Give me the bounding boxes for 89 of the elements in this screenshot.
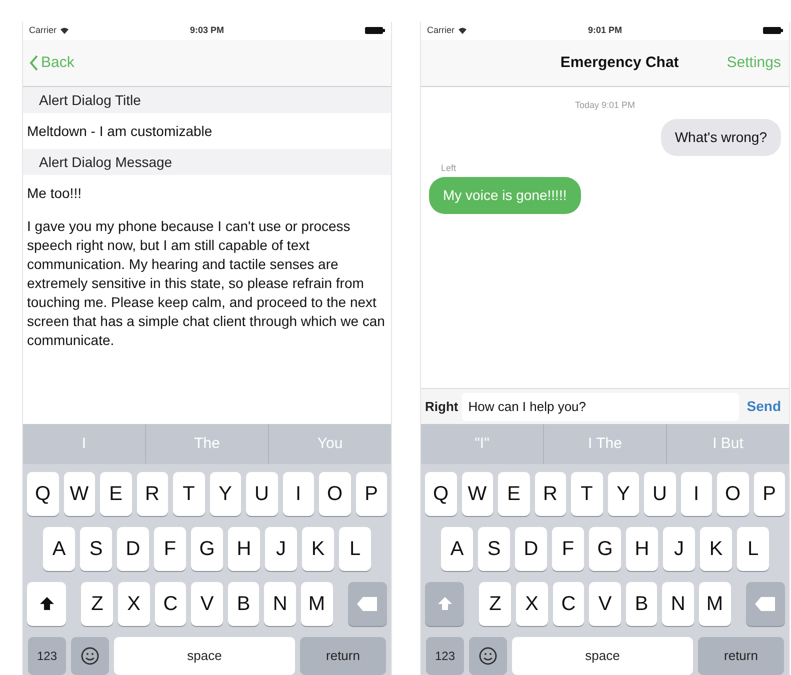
letter-key[interactable]: S (478, 526, 510, 571)
sender-label: Right (425, 398, 458, 416)
letter-key[interactable]: R (136, 472, 168, 516)
shift-arrow-icon (40, 597, 54, 611)
space-key[interactable]: space (512, 636, 693, 675)
letter-key[interactable]: R (534, 472, 566, 516)
letter-key[interactable]: L (339, 527, 371, 571)
shift-key[interactable] (27, 582, 66, 626)
emoji-key[interactable] (71, 637, 109, 675)
letter-key[interactable]: N (662, 582, 694, 626)
letter-key[interactable]: F (154, 527, 186, 571)
letter-key[interactable]: V (589, 582, 621, 626)
incoming-message-bubble: My voice is gone!!!!! (429, 177, 581, 214)
letter-key[interactable]: G (589, 526, 621, 571)
backspace-icon (755, 596, 776, 611)
send-button[interactable]: Send (742, 396, 785, 418)
return-key[interactable]: return (698, 636, 784, 675)
sender-label: Left (441, 162, 456, 175)
letter-key[interactable]: W (462, 472, 493, 516)
smiley-icon (81, 647, 99, 665)
letter-key[interactable]: A (43, 527, 75, 571)
letter-key[interactable]: B (626, 582, 658, 626)
letter-key[interactable]: A (441, 526, 473, 571)
letter-key[interactable]: X (516, 582, 548, 626)
letter-key[interactable]: I (680, 472, 712, 516)
letter-key[interactable]: B (228, 582, 260, 626)
letter-key[interactable]: P (754, 472, 785, 516)
letter-key[interactable]: W (64, 472, 95, 516)
letter-key[interactable]: G (191, 527, 223, 571)
battery-icon (365, 27, 385, 34)
letter-key[interactable]: N (264, 582, 296, 626)
shift-arrow-icon (438, 596, 452, 611)
letter-key[interactable]: T (173, 472, 204, 516)
letter-key[interactable]: V (191, 582, 223, 626)
battery-icon (763, 27, 783, 34)
numbers-key[interactable]: 123 (28, 637, 66, 675)
status-time: 9:03 PM (190, 24, 224, 38)
letter-key[interactable]: U (644, 472, 676, 516)
letter-key[interactable]: D (515, 526, 547, 571)
status-time: 9:01 PM (588, 24, 622, 38)
letter-key[interactable]: C (552, 582, 584, 626)
space-key[interactable]: space (114, 637, 295, 675)
message-text-area[interactable]: I gave you my phone because I can't use or process speech right now, but I am still capable of text communication. My hearing and tactile senses are extremely sensitive in this state, so please refrain from touching me. Please keep calm, and proceed to the next screen that has a simple chat client through which we can communicate. (23, 211, 391, 350)
letter-key[interactable]: O (717, 472, 748, 516)
outgoing-message-bubble: What's wrong? (660, 118, 781, 156)
text-field[interactable]: Meltdown - I am customizable (23, 113, 391, 150)
letter-key[interactable]: Q (27, 472, 58, 516)
letter-key[interactable]: Q (425, 472, 456, 516)
letter-key[interactable]: H (626, 526, 658, 571)
letter-key[interactable]: S (80, 527, 112, 571)
letter-key[interactable]: H (228, 527, 260, 571)
letter-key[interactable]: K (700, 526, 732, 571)
letter-key[interactable]: D (117, 527, 149, 571)
letter-key[interactable]: U (246, 472, 278, 516)
wifi-icon (60, 27, 69, 34)
section-header: Alert Dialog Title (23, 87, 391, 114)
screen-title: Emergency Chat (560, 52, 679, 73)
text-field[interactable]: Me too!!! (23, 175, 391, 212)
carrier-label: Carrier (29, 24, 57, 38)
return-key[interactable]: return (300, 637, 386, 675)
section-header: Alert Dialog Message (23, 149, 391, 176)
letter-key[interactable]: E (100, 472, 132, 516)
letter-key[interactable]: X (118, 582, 150, 626)
letter-key[interactable]: P (356, 472, 387, 516)
carrier-label: Carrier (427, 24, 455, 38)
letter-key[interactable]: I (282, 472, 314, 516)
letter-key[interactable]: Z (81, 582, 114, 626)
letter-key[interactable]: O (319, 472, 350, 516)
letter-key[interactable]: Y (608, 472, 639, 516)
letter-key[interactable]: T (571, 472, 602, 516)
letter-key[interactable]: Z (479, 582, 512, 626)
backspace-icon (357, 597, 378, 611)
numbers-key[interactable]: 123 (426, 636, 464, 675)
smiley-icon (479, 646, 497, 665)
emoji-key[interactable] (469, 636, 507, 675)
timestamp: Today 9:01 PM (574, 99, 636, 112)
chevron-left-icon (29, 55, 38, 72)
letter-key[interactable]: J (265, 527, 297, 571)
letter-key[interactable]: M (300, 582, 333, 626)
letter-key[interactable]: C (154, 582, 186, 626)
wifi-icon (458, 27, 467, 34)
letter-key[interactable]: M (698, 582, 731, 626)
letter-key[interactable]: Y (210, 472, 241, 516)
letter-key[interactable]: K (302, 527, 334, 571)
message-input-field[interactable]: How can I help you? (462, 392, 739, 421)
letter-key[interactable]: L (737, 526, 769, 571)
letter-key[interactable]: F (552, 526, 584, 571)
letter-key[interactable]: J (663, 526, 695, 571)
letter-key[interactable]: E (498, 472, 530, 516)
